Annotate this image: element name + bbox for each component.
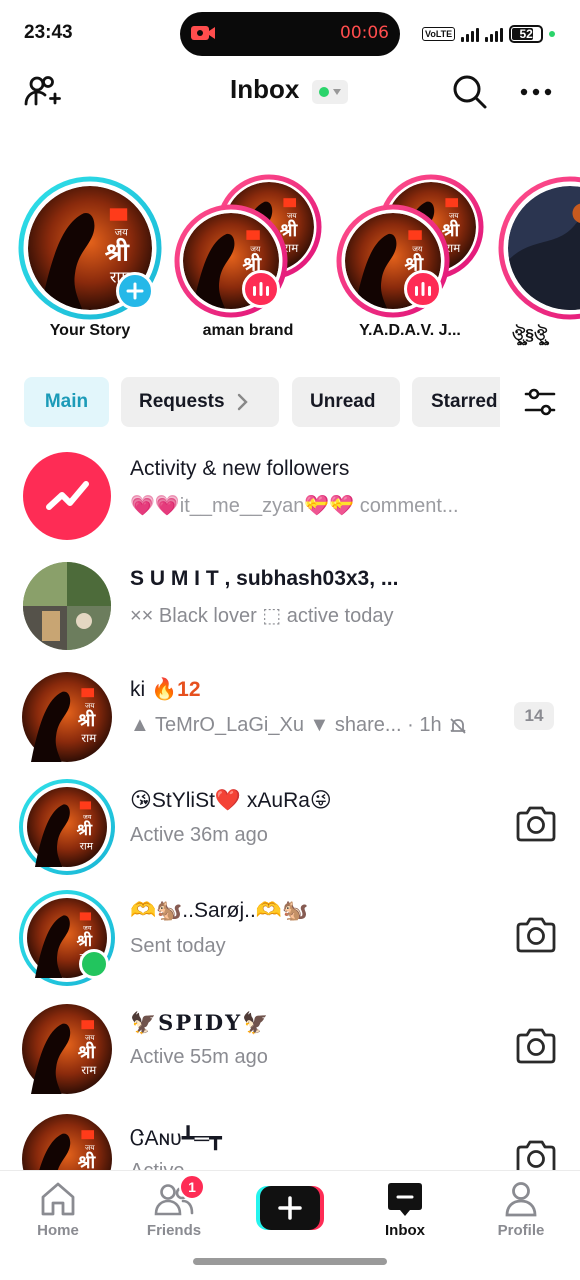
tab-label: Starred	[431, 391, 498, 412]
tab-label: Requests	[139, 391, 225, 412]
story-label: aman brand	[202, 322, 294, 339]
chevron-right-icon	[237, 393, 248, 411]
group-avatar	[23, 562, 111, 650]
avatar	[22, 1004, 112, 1094]
row-subtitle: ▲ TeMrO_LaGi_Xu ▼ share... · 1h	[130, 714, 442, 736]
row-name: ki 🔥12	[130, 678, 201, 702]
home-icon	[41, 1182, 75, 1216]
list-item-ki[interactable]: ki 🔥12 ▲ TeMrO_LaGi_Xu ▼ share... · 1h 1…	[0, 660, 580, 770]
unread-count-badge: 14	[514, 702, 554, 730]
row-name-text: S U M I T , subhash03x3, ...	[130, 567, 399, 590]
row-name: 🫶🐿️..Sarøj..🫶🐿️	[130, 899, 309, 922]
story-label: Y.A.D.A.V. J...	[359, 322, 461, 339]
avatar	[22, 672, 112, 762]
row-subtitle: 💗💗it__me__zyan💝💝 comment...	[130, 495, 459, 517]
signal-icon-2	[485, 26, 504, 42]
row-subtitle: Active...	[130, 1160, 201, 1170]
list-item-activity[interactable]: Activity & new followers 💗💗it__me__zyan💝…	[0, 439, 580, 549]
tab-starred[interactable]: Starred	[412, 377, 500, 427]
filter-icon[interactable]	[520, 382, 560, 422]
story-aman-brand[interactable]: aman brand	[170, 174, 326, 346]
tab-main[interactable]: Main	[24, 377, 109, 427]
chevron-down-icon	[333, 89, 341, 95]
list-item-saroj[interactable]: 🫶🐿️..Sarøj..🫶🐿️ Sent today	[0, 881, 580, 991]
recording-time: 00:06	[340, 23, 389, 43]
tab-unread[interactable]: Unread	[292, 377, 400, 427]
profile-icon	[505, 1182, 537, 1217]
status-indicators: VoLTE 52	[422, 24, 556, 44]
story-your-story[interactable]: Your Story	[12, 174, 168, 346]
tab-requests[interactable]: Requests	[121, 377, 279, 427]
live-badge	[242, 270, 280, 308]
inbox-icon	[388, 1183, 422, 1216]
nav-label: Profile	[497, 1222, 545, 1239]
story-label: Your Story	[49, 322, 131, 339]
live-badge	[404, 270, 442, 308]
nav-profile[interactable]: Profile	[471, 1180, 571, 1239]
recording-icon	[191, 26, 215, 40]
home-indicator	[193, 1258, 387, 1265]
avatar	[22, 1114, 112, 1170]
row-subtitle: Active 36m ago	[130, 824, 268, 846]
row-name: 🦅SPIDY🦅	[130, 1010, 271, 1035]
row-subtitle: Active 55m ago	[130, 1046, 268, 1068]
tab-label: Main	[44, 391, 89, 412]
nav-home[interactable]: Home	[8, 1180, 108, 1239]
story-yadav[interactable]: Y.A.D.A.V. J...	[332, 174, 488, 346]
row-name: ᏣАɴᴜ┻═┳	[130, 1127, 222, 1150]
privacy-dot	[549, 31, 556, 37]
row-name: Activity & new followers	[130, 457, 350, 480]
list-item-spidy[interactable]: 🦅SPIDY🦅 Active 55m ago	[0, 992, 580, 1102]
status-time: 23:43	[24, 22, 73, 43]
more-options-icon[interactable]	[518, 78, 554, 106]
create-button[interactable]	[256, 1186, 324, 1230]
nav-inbox[interactable]: Inbox	[355, 1180, 455, 1239]
camera-icon[interactable]	[514, 804, 558, 844]
online-indicator	[79, 949, 109, 979]
nav-label: Inbox	[385, 1222, 425, 1239]
activity-icon	[23, 452, 111, 540]
search-icon[interactable]	[450, 72, 490, 112]
streak-count: 12	[177, 678, 201, 701]
list-item-anu[interactable]: ᏣАɴᴜ┻═┳ Active...	[0, 1102, 580, 1170]
row-subtitle: ×× Black lover ⬚ active today	[130, 605, 394, 627]
signal-icon	[461, 26, 480, 42]
add-friends-icon[interactable]	[22, 72, 62, 112]
page-title: Inbox	[230, 74, 300, 104]
nav-label: Friends	[146, 1222, 202, 1239]
add-story-button[interactable]	[116, 272, 154, 310]
live-bars-icon	[253, 282, 269, 296]
row-subtitle-wrap: ▲ TeMrO_LaGi_Xu ▼ share... · 1h	[130, 714, 468, 737]
camera-icon[interactable]	[514, 915, 558, 955]
avatar	[27, 787, 107, 867]
muted-bell-icon	[449, 717, 466, 734]
battery-icon: 52	[509, 25, 544, 43]
battery-level: 52	[519, 27, 533, 41]
row-name: 😘StYliSt❤️ xAuRa😜	[130, 789, 332, 812]
volte-badge: VoLTE	[422, 27, 456, 41]
tab-label: Unread	[310, 391, 376, 412]
list-item-group[interactable]: S U M I T , subhash03x3, ... ×× Black lo…	[0, 549, 580, 659]
row-name-text: ki 🔥	[130, 678, 178, 701]
nav-label: Home	[37, 1222, 79, 1239]
online-status-toggle[interactable]	[312, 80, 348, 104]
story-fourth[interactable]: ঔৣ§ঔৣ	[494, 174, 580, 346]
camera-icon[interactable]	[514, 1026, 558, 1066]
live-bars-icon	[415, 282, 431, 296]
row-subtitle: Sent today	[130, 935, 226, 957]
list-item-stylist[interactable]: 😘StYliSt❤️ xAuRa😜 Active 36m ago	[0, 770, 580, 880]
create-plus-icon	[256, 1186, 324, 1230]
nav-friends[interactable]: Friends 1	[124, 1174, 224, 1239]
notification-badge: 1	[179, 1174, 205, 1200]
plus-icon	[126, 282, 144, 300]
camera-icon[interactable]	[514, 1138, 558, 1170]
story-label: ঔৣ§ঔৣ	[512, 327, 548, 344]
row-name: S U M I T , subhash03x3, ...	[130, 567, 398, 591]
online-dot	[319, 87, 329, 97]
